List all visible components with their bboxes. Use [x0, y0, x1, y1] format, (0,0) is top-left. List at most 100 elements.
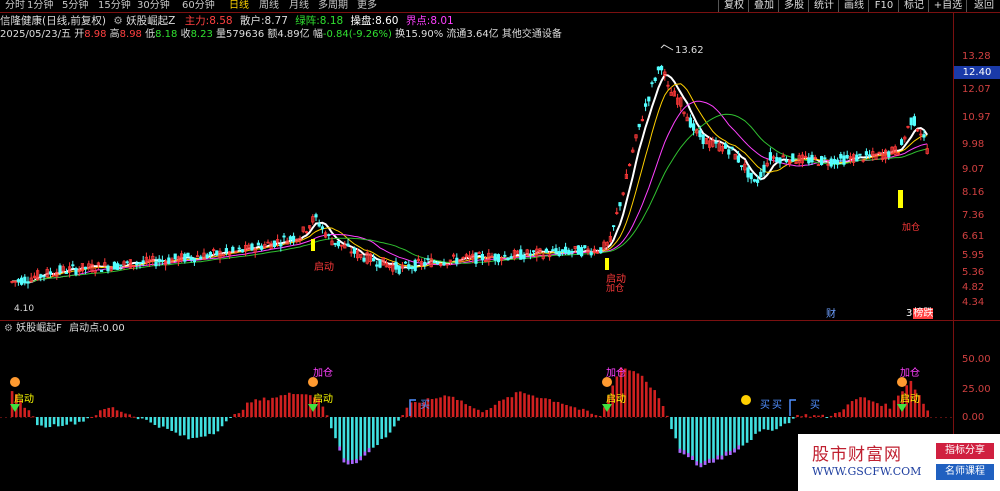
osc-bar-positive: [283, 394, 287, 417]
candle-body: [154, 261, 158, 267]
candle-body: [106, 265, 110, 272]
osc-bar-negative: [393, 417, 396, 427]
osc-bar-positive: [871, 401, 875, 417]
osc-bar-positive: [855, 399, 858, 417]
osc-bar-positive: [876, 403, 879, 417]
osc-buy: 买: [810, 400, 820, 411]
osc-bar-positive: [292, 394, 295, 417]
osc-bar-positive: [321, 406, 325, 417]
osc-bar-tip: [716, 455, 719, 460]
cai-badge[interactable]: 财: [826, 305, 836, 320]
osc-bar-positive: [502, 399, 505, 417]
candle-body: [855, 154, 859, 162]
osc-bar-tip: [691, 455, 694, 460]
candle-body: [560, 249, 565, 252]
osc-bar-negative: [57, 417, 60, 427]
osc-bar-positive: [456, 400, 459, 417]
osc-bar-negative: [716, 417, 719, 460]
candle-body: [551, 249, 555, 252]
candle-body: [320, 226, 325, 230]
candle-body: [775, 157, 779, 162]
osc-bar-positive: [556, 401, 560, 417]
candle-body: [618, 202, 622, 207]
candle-body: [647, 96, 651, 102]
osc-bar-positive: [275, 397, 278, 417]
candle-body: [183, 253, 187, 262]
candle-body: [397, 265, 401, 274]
osc-bar-tip: [703, 460, 707, 465]
candle-body: [237, 247, 241, 250]
candle-body: [410, 266, 414, 269]
candle-body: [480, 253, 485, 261]
osc-bar-negative: [346, 417, 350, 465]
osc-bar-negative: [82, 417, 85, 422]
price-chart[interactable]: [0, 0, 1000, 491]
candle-body: [810, 154, 814, 163]
indicator2-name[interactable]: 妖股崛起F: [16, 323, 62, 334]
osc-bar-negative: [745, 417, 749, 443]
osc-bar-negative: [766, 417, 770, 430]
candle-body: [576, 245, 581, 255]
candle-body: [474, 252, 478, 264]
osc-jiacang: 加仓: [313, 368, 333, 379]
osc-bar-tip: [346, 460, 350, 465]
osc-bar-positive: [90, 416, 94, 418]
osc-bar-negative: [36, 417, 39, 426]
candle-body: [612, 225, 616, 228]
candle-body: [314, 214, 318, 218]
osc-bar-positive: [867, 400, 871, 417]
candle-body: [580, 247, 584, 257]
bangdie-badge[interactable]: 3榜跌: [906, 304, 934, 319]
osc-bar-negative: [670, 417, 673, 430]
osc-bar-negative: [52, 417, 56, 425]
osc-bar-negative: [699, 417, 703, 468]
osc-bar-negative: [204, 417, 207, 437]
osc-bar-positive: [514, 392, 518, 417]
osc-bar-positive: [569, 406, 572, 417]
osc-bar-positive: [653, 390, 656, 417]
osc-bar-positive: [254, 399, 257, 417]
osc-bar-positive: [817, 415, 820, 417]
osc-bar-negative: [145, 417, 148, 420]
osc-bar-positive: [888, 408, 892, 417]
candle-body: [599, 247, 603, 254]
candle-body: [791, 153, 795, 162]
osc-bar-negative: [229, 417, 232, 418]
osc-bar-negative: [691, 417, 694, 460]
candle-body: [259, 245, 264, 250]
candle-body: [912, 116, 917, 126]
indicator2-settings-icon[interactable]: ⚙: [4, 323, 13, 334]
osc-bar-negative: [199, 417, 203, 437]
candle-body: [660, 65, 664, 71]
candle-body: [768, 152, 773, 161]
candle-body: [740, 165, 744, 167]
osc-bar-negative: [208, 417, 211, 434]
candle-body: [784, 160, 789, 163]
osc-bar-negative: [724, 417, 728, 456]
osc-bar-positive: [464, 404, 467, 417]
candle-body: [503, 254, 507, 257]
candle-body: [832, 159, 837, 165]
candle-body: [141, 260, 145, 263]
watermark-url: WWW.GSCFW.COM: [812, 465, 922, 478]
osc-bar-positive: [246, 402, 249, 417]
osc-bar-positive: [23, 407, 26, 417]
candle-body: [868, 154, 872, 157]
osc-bar-positive: [636, 373, 640, 417]
osc-bar-positive: [94, 415, 98, 417]
candle-body: [823, 157, 827, 160]
osc-bar-positive: [892, 400, 896, 417]
osc-bar-negative: [225, 417, 228, 422]
candle-body: [496, 254, 501, 263]
osc-bar-positive: [31, 416, 35, 418]
osc-bar-negative: [783, 417, 787, 424]
osc-bar-positive: [523, 393, 526, 417]
osc-bar-positive: [645, 381, 648, 417]
osc-bar-positive: [107, 407, 110, 417]
candle-body: [727, 149, 731, 155]
osc-bar-negative: [334, 417, 337, 439]
candle-body: [167, 257, 171, 264]
candle-body: [756, 179, 760, 183]
candle-body: [231, 246, 235, 252]
osc-bar-negative: [166, 417, 169, 429]
